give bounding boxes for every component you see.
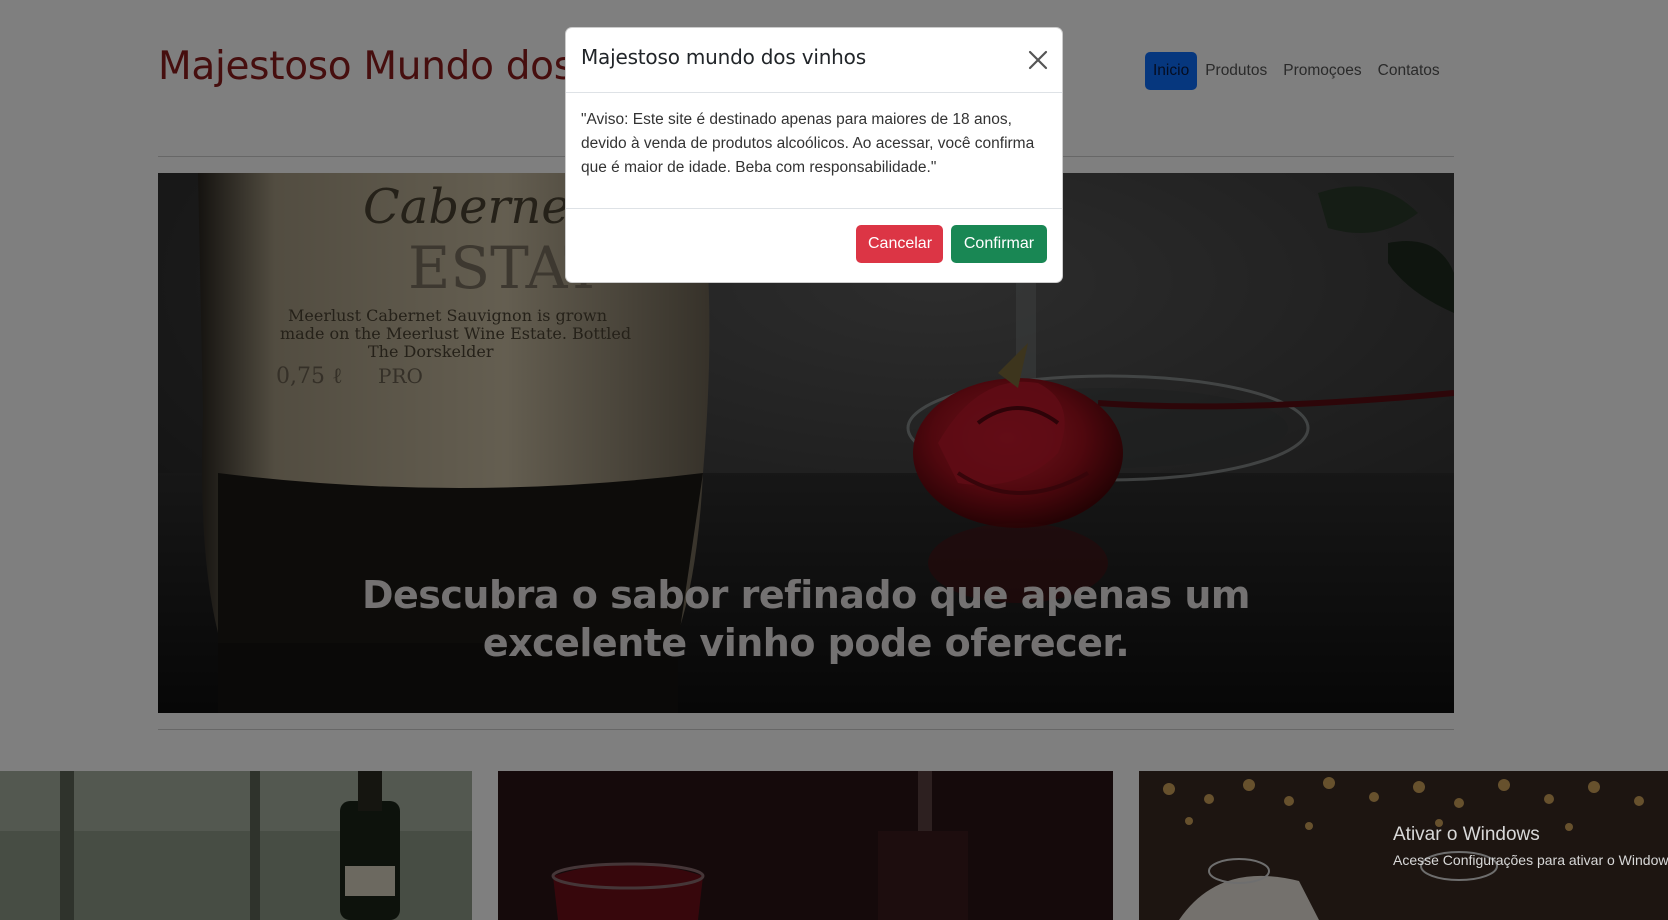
modal-body: "Aviso: Este site é destinado apenas par… (566, 93, 1062, 209)
modal-title: Majestoso mundo dos vinhos (581, 45, 866, 69)
cancel-button[interactable]: Cancelar (856, 225, 943, 263)
modal-footer: Cancelar Confirmar (566, 209, 1062, 279)
modal-message: "Aviso: Este site é destinado apenas par… (581, 111, 1035, 176)
modal-header: Majestoso mundo dos vinhos (566, 28, 1062, 93)
age-warning-modal: Majestoso mundo dos vinhos "Aviso: Este … (565, 27, 1063, 283)
close-icon (1028, 50, 1048, 70)
close-button[interactable] (1026, 48, 1050, 72)
confirm-button[interactable]: Confirmar (951, 225, 1047, 263)
